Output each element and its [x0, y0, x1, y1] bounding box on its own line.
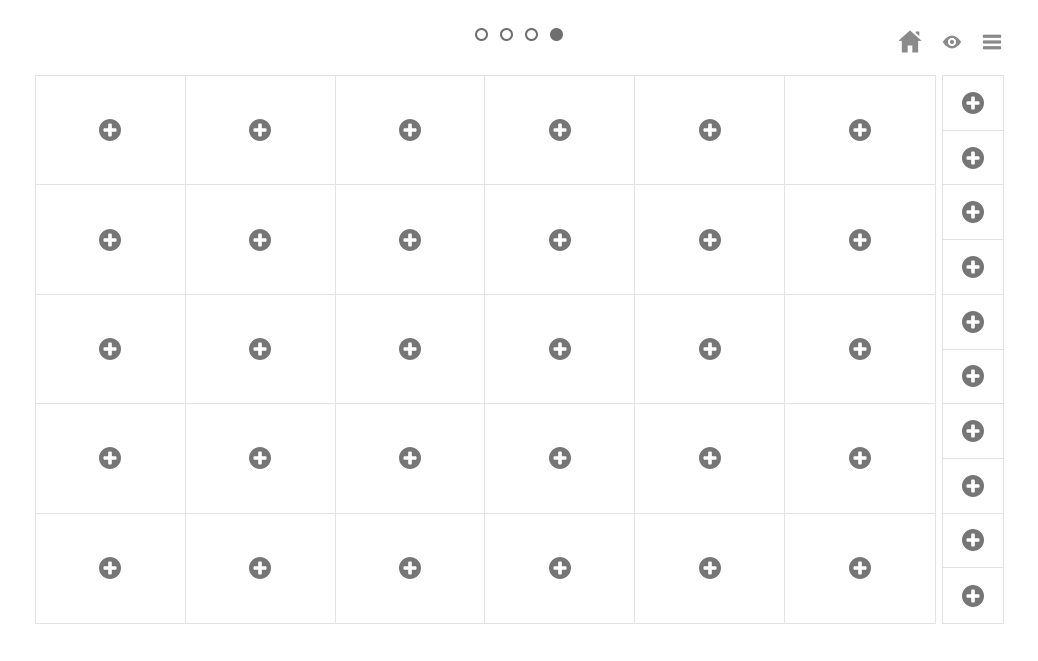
grid-cell-main-16[interactable] — [635, 295, 785, 404]
pagination-dots — [475, 28, 563, 41]
plus-circle-icon — [848, 228, 872, 252]
topbar — [0, 0, 1038, 75]
grid-cell-main-8[interactable] — [336, 185, 486, 294]
grid-cell-side-5[interactable] — [943, 350, 1003, 405]
pagination-dot[interactable] — [525, 28, 538, 41]
plus-circle-icon — [848, 118, 872, 142]
grid-cell-main-13[interactable] — [186, 295, 336, 404]
plus-circle-icon — [248, 556, 272, 580]
plus-circle-icon — [698, 556, 722, 580]
grid-cell-main-23[interactable] — [785, 404, 935, 513]
plus-circle-icon — [248, 446, 272, 470]
plus-circle-icon — [698, 228, 722, 252]
grid-cell-main-24[interactable] — [36, 514, 186, 623]
grid-cell-main-14[interactable] — [336, 295, 486, 404]
plus-circle-icon — [398, 228, 422, 252]
grid-cell-main-17[interactable] — [785, 295, 935, 404]
grid-cell-main-3[interactable] — [485, 76, 635, 185]
plus-circle-icon — [398, 556, 422, 580]
grid-cell-main-26[interactable] — [336, 514, 486, 623]
plus-circle-icon — [961, 200, 985, 224]
grid-cell-side-1[interactable] — [943, 131, 1003, 186]
plus-circle-icon — [961, 364, 985, 388]
grid-cell-side-4[interactable] — [943, 295, 1003, 350]
grid-cell-main-25[interactable] — [186, 514, 336, 623]
grid-cell-side-3[interactable] — [943, 240, 1003, 295]
grid-cell-side-7[interactable] — [943, 459, 1003, 514]
plus-circle-icon — [548, 446, 572, 470]
plus-circle-icon — [698, 446, 722, 470]
grid-cell-main-18[interactable] — [36, 404, 186, 513]
plus-circle-icon — [961, 474, 985, 498]
home-icon[interactable] — [896, 28, 924, 56]
plus-circle-icon — [248, 337, 272, 361]
plus-circle-icon — [98, 556, 122, 580]
plus-circle-icon — [961, 255, 985, 279]
grid-cell-main-9[interactable] — [485, 185, 635, 294]
grid-cell-side-0[interactable] — [943, 76, 1003, 131]
plus-circle-icon — [98, 446, 122, 470]
plus-circle-icon — [98, 337, 122, 361]
plus-circle-icon — [548, 556, 572, 580]
pagination-dot[interactable] — [550, 28, 563, 41]
plus-circle-icon — [548, 228, 572, 252]
plus-circle-icon — [398, 118, 422, 142]
grid-cell-main-15[interactable] — [485, 295, 635, 404]
plus-circle-icon — [398, 446, 422, 470]
grid-cell-side-9[interactable] — [943, 568, 1003, 623]
main-grid — [35, 75, 936, 624]
grid-cell-main-20[interactable] — [336, 404, 486, 513]
grid-cell-main-19[interactable] — [186, 404, 336, 513]
plus-circle-icon — [98, 118, 122, 142]
grid-cell-main-5[interactable] — [785, 76, 935, 185]
pagination-dot[interactable] — [475, 28, 488, 41]
plus-circle-icon — [961, 584, 985, 608]
plus-circle-icon — [398, 337, 422, 361]
plus-circle-icon — [961, 310, 985, 334]
grid-cell-main-1[interactable] — [186, 76, 336, 185]
grid-cell-side-2[interactable] — [943, 185, 1003, 240]
grid-cell-main-28[interactable] — [635, 514, 785, 623]
plus-circle-icon — [848, 556, 872, 580]
plus-circle-icon — [961, 419, 985, 443]
plus-circle-icon — [961, 91, 985, 115]
grid-cell-main-10[interactable] — [635, 185, 785, 294]
plus-circle-icon — [961, 146, 985, 170]
grid-cell-main-22[interactable] — [635, 404, 785, 513]
plus-circle-icon — [698, 118, 722, 142]
plus-circle-icon — [248, 228, 272, 252]
grid-cell-main-6[interactable] — [36, 185, 186, 294]
plus-circle-icon — [698, 337, 722, 361]
plus-circle-icon — [848, 446, 872, 470]
menu-icon[interactable] — [980, 31, 1004, 53]
plus-circle-icon — [961, 528, 985, 552]
grid-cell-main-29[interactable] — [785, 514, 935, 623]
grid-cell-side-6[interactable] — [943, 404, 1003, 459]
plus-circle-icon — [548, 118, 572, 142]
grid-cell-main-0[interactable] — [36, 76, 186, 185]
grid-cell-main-12[interactable] — [36, 295, 186, 404]
plus-circle-icon — [98, 228, 122, 252]
grid-cell-main-27[interactable] — [485, 514, 635, 623]
grid-cell-main-21[interactable] — [485, 404, 635, 513]
grid-cell-main-4[interactable] — [635, 76, 785, 185]
grid-cell-main-2[interactable] — [336, 76, 486, 185]
grid-cell-main-7[interactable] — [186, 185, 336, 294]
grid-cell-side-8[interactable] — [943, 514, 1003, 569]
eye-icon[interactable] — [938, 31, 966, 53]
plus-circle-icon — [548, 337, 572, 361]
grid-cell-main-11[interactable] — [785, 185, 935, 294]
plus-circle-icon — [848, 337, 872, 361]
side-grid — [942, 75, 1004, 624]
topbar-actions — [896, 28, 1004, 56]
plus-circle-icon — [248, 118, 272, 142]
pagination-dot[interactable] — [500, 28, 513, 41]
